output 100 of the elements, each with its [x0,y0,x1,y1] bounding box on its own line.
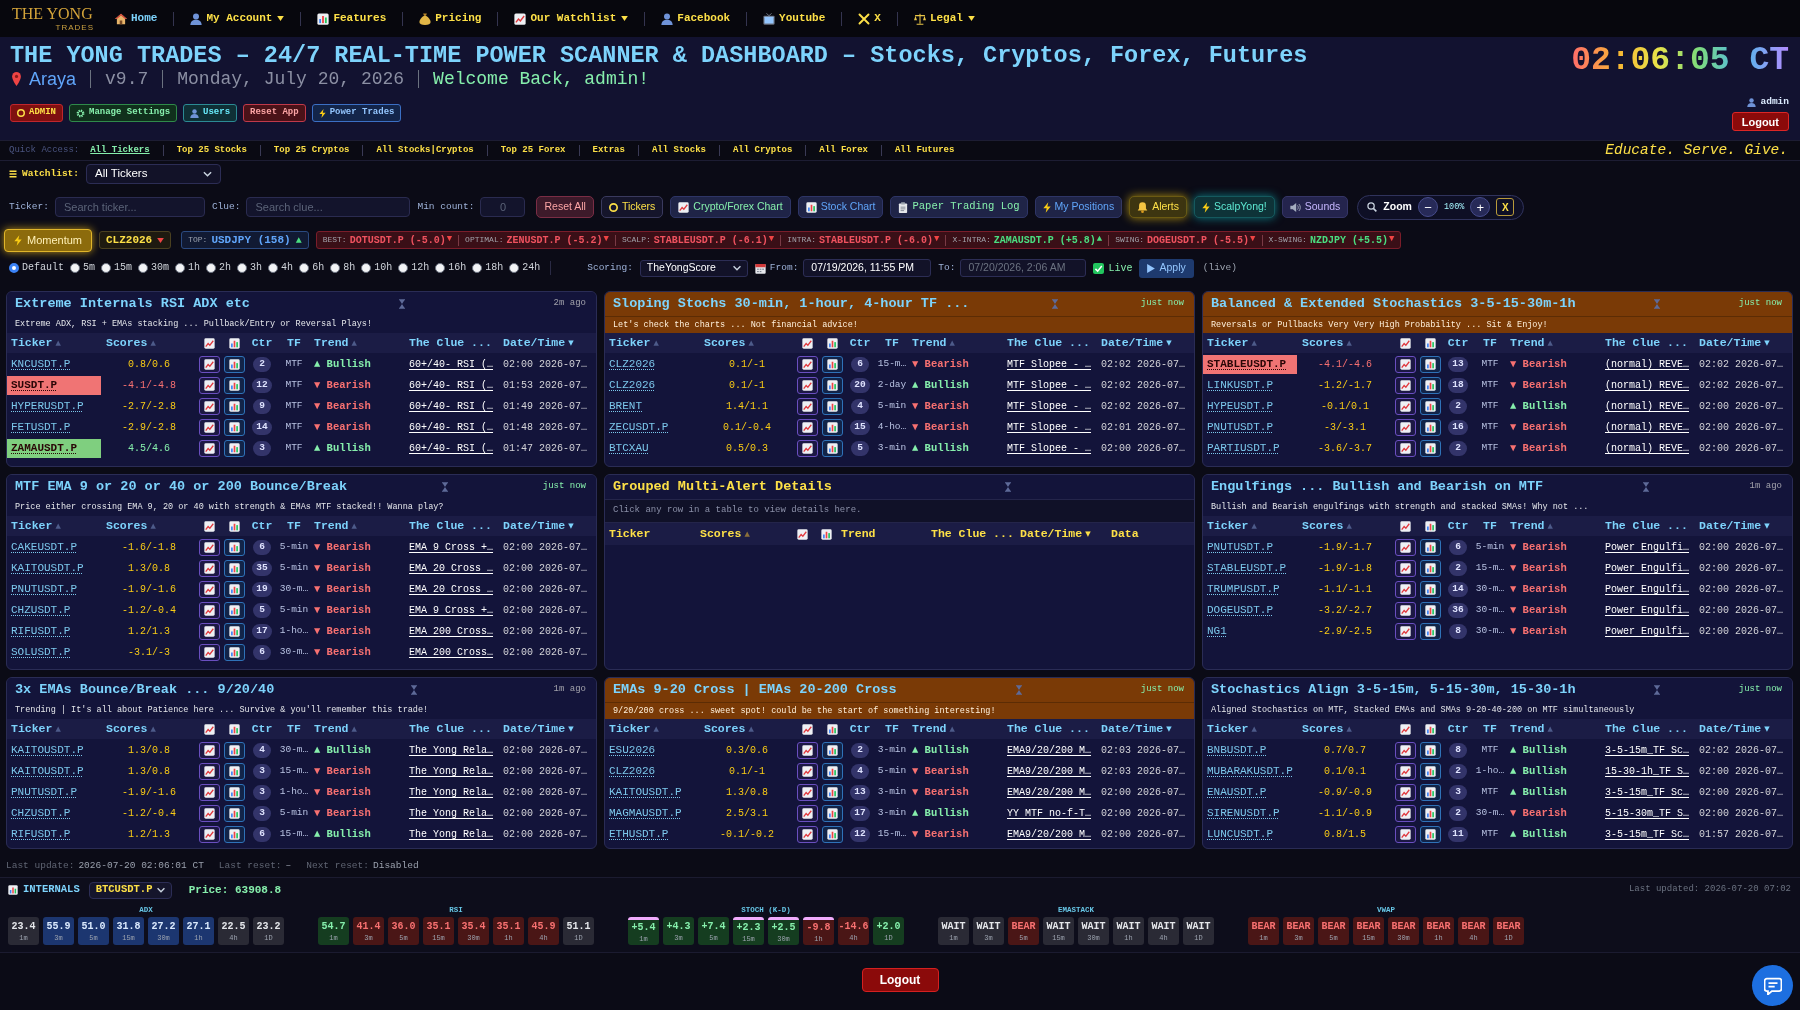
clue-link[interactable]: The Yong Rela… [409,785,493,800]
nav-link[interactable]: Our Watchlist [514,10,629,27]
clue-link[interactable]: EMA9/20/200 M… [1007,743,1091,758]
clue-link[interactable]: (normal) REVE… [1605,420,1689,435]
radio-button[interactable] [206,263,217,273]
radio-button[interactable] [101,263,112,273]
quick-access-link[interactable]: All Cryptos [732,143,793,158]
zoom-reset-button[interactable]: X [1496,198,1515,216]
clue-link[interactable]: (normal) REVE… [1605,441,1689,456]
ticker-link[interactable]: BRENT [605,397,642,416]
radio-button[interactable] [472,263,483,273]
column-header[interactable]: Ctr [1447,720,1469,738]
ticker-link[interactable]: TRUMPUSDT.P [1203,580,1280,599]
ticker-search-field[interactable]: Search ticker... [54,197,205,217]
column-header[interactable]: Trend [841,525,876,543]
clue-link[interactable]: 3-5-15m_TF Sc… [1605,827,1689,842]
clue-link[interactable]: 60+/40- RSI (… [409,399,493,414]
clue-link[interactable]: 3-5-15m_TF Sc… [1605,785,1689,800]
line-chart-button[interactable] [797,377,818,394]
line-chart-button[interactable] [199,784,220,801]
line-chart-button[interactable] [1395,826,1416,843]
ticker-link[interactable]: BNBUSDT.P [1203,741,1267,760]
ticker-link[interactable]: PNUTUSDT.P [7,783,77,802]
bar-chart-button[interactable] [1420,581,1441,598]
quick-access-link[interactable]: Top 25 Cryptos [273,143,350,158]
ticker-link[interactable]: LUNCUSDT.P [1203,825,1273,844]
ticker-link[interactable]: CLZ2026 [605,376,656,395]
clue-link[interactable]: 5-15-30m_TF S… [1605,806,1689,821]
clue-link[interactable]: MTF Slopee - … [1007,357,1091,372]
line-chart-button[interactable] [1395,419,1416,436]
ticker-link[interactable]: KAITOUSDT.P [7,762,84,781]
clue-link[interactable]: EMA 9 Cross +… [409,540,493,555]
column-header[interactable]: Ctr [251,720,273,738]
line-chart-button[interactable] [797,398,818,415]
line-chart-button[interactable] [1395,742,1416,759]
scoring-select[interactable]: TheYongScore [639,259,748,277]
clue-link[interactable]: MTF Slopee - … [1007,378,1091,393]
bar-chart-button[interactable] [822,440,843,457]
bar-chart-button[interactable] [224,742,245,759]
line-chart-button[interactable] [797,805,818,822]
radio-button[interactable] [70,263,80,273]
ticker-link[interactable]: MAGMAUSDT.P [605,804,682,823]
bar-chart-button[interactable] [1420,560,1441,577]
column-header[interactable]: Ctr [849,720,871,738]
crypto-chart-button[interactable]: Crypto/Forex Chart [670,196,791,218]
bar-chart-button[interactable] [822,419,843,436]
line-chart-button[interactable] [199,539,220,556]
ticker-link[interactable]: KAITOUSDT.P [7,559,84,578]
sounds-button[interactable]: Sounds [1281,196,1349,218]
radio-button[interactable] [299,263,310,273]
column-header[interactable]: TF [1483,334,1497,352]
nav-link[interactable]: Home [115,10,158,27]
bar-chart-button[interactable] [224,356,245,373]
ticker-link[interactable]: FETUSDT.P [7,418,71,437]
clue-link[interactable]: (normal) REVE… [1605,399,1689,414]
apply-button[interactable]: Apply [1139,258,1194,278]
line-chart-button[interactable] [797,440,818,457]
paper-trading-log-button[interactable]: Paper Trading Log [890,196,1028,218]
ticker-link[interactable]: KAITOUSDT.P [605,783,682,802]
bar-chart-button[interactable] [1420,602,1441,619]
line-chart-button[interactable] [1395,805,1416,822]
column-header[interactable]: The Clue ... [409,517,492,535]
bar-chart-button[interactable] [224,644,245,661]
ticker-link[interactable]: HYPEUSDT.P [1203,397,1273,416]
clue-link[interactable]: The Yong Rela… [409,764,493,779]
bar-chart-button[interactable] [1420,805,1441,822]
radio-button[interactable] [398,263,409,273]
line-chart-button[interactable] [797,419,818,436]
radio-button[interactable] [435,263,446,273]
line-chart-button[interactable] [797,826,818,843]
bar-chart-button[interactable] [1420,539,1441,556]
ticker-link[interactable]: ZAMAUSDT.P [7,439,101,458]
column-header[interactable]: The Clue ... [409,720,492,738]
clue-search-field[interactable]: Search clue... [246,197,411,217]
zoom-in-button[interactable]: + [1470,197,1491,217]
from-date-field[interactable]: 07/19/2026, 11:55 PM [803,259,932,277]
quick-access-link[interactable]: Top 25 Forex [500,143,566,158]
line-chart-button[interactable] [1395,763,1416,780]
watchlist-select[interactable]: All Tickers [86,164,221,184]
settings-button[interactable]: Manage Settings [69,104,178,122]
clue-link[interactable]: The Yong Rela… [409,743,493,758]
clue-link[interactable]: 15-30-1h_TF S… [1605,764,1689,779]
ticker-link[interactable]: PARTIUSDT.P [1203,439,1280,458]
line-chart-button[interactable] [199,560,220,577]
line-chart-button[interactable] [797,742,818,759]
bar-chart-button[interactable] [822,356,843,373]
clue-link[interactable]: EMA 200 Cross… [409,645,493,660]
logout-button[interactable]: Logout [1731,112,1789,132]
logout-button[interactable]: Logout [861,968,939,992]
quick-access-link[interactable]: All Forex [819,143,868,158]
line-chart-button[interactable] [199,440,220,457]
line-chart-button[interactable] [1395,623,1416,640]
line-chart-button[interactable] [199,805,220,822]
column-header[interactable]: TF [885,334,899,352]
column-header[interactable]: The Clue ... [931,525,1014,543]
column-header[interactable]: Data [1111,525,1139,543]
ticker-link[interactable]: CAKEUSDT.P [7,538,77,557]
bar-chart-button[interactable] [1420,356,1441,373]
bar-chart-button[interactable] [1420,398,1441,415]
column-header[interactable]: The Clue ... [1007,720,1090,738]
